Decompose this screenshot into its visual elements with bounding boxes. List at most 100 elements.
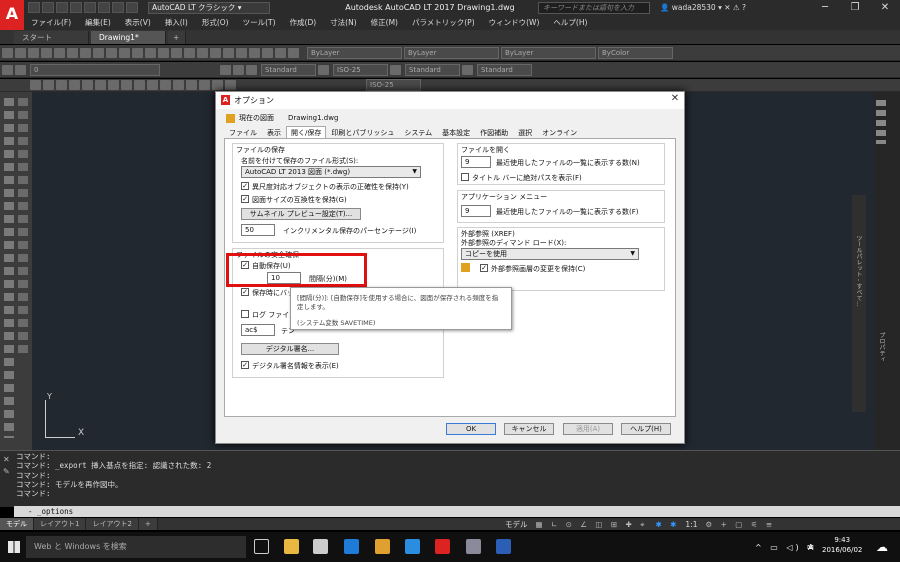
taskbar-search[interactable]: Web と Windows を検索 <box>26 536 246 558</box>
incremental-save-input[interactable]: 50 <box>241 224 275 236</box>
color-combo[interactable]: ByColor <box>598 46 673 59</box>
thumbnail-settings-button[interactable]: サムネイル プレビュー設定(T)... <box>241 208 361 220</box>
current-layer-combo[interactable]: 0 <box>30 63 160 76</box>
save-icon[interactable] <box>56 2 68 13</box>
region-icon[interactable] <box>199 80 210 90</box>
app-menu-button[interactable]: A <box>0 0 24 30</box>
menu-tools[interactable]: ツール(T) <box>236 16 283 30</box>
zoom-previous-icon[interactable] <box>197 47 208 58</box>
menu-parametric[interactable]: パラメトリック(P) <box>405 16 482 30</box>
mtext-icon[interactable] <box>225 80 236 90</box>
layer-previous-icon[interactable] <box>233 64 244 75</box>
save-format-dropdown[interactable]: AutoCAD LT 2013 図面 (*.dwg) ▼ <box>241 166 421 178</box>
make-block-icon[interactable] <box>160 80 171 90</box>
annotation-icons[interactable]: ✱ ✱ <box>655 519 679 531</box>
app-taskbar-icon[interactable] <box>466 539 481 554</box>
full-path-checkbox[interactable] <box>461 173 469 181</box>
paste-icon[interactable] <box>106 47 117 58</box>
menu-window[interactable]: ウィンドウ(W) <box>482 16 547 30</box>
tab-drawing1[interactable]: Drawing1* <box>91 31 166 44</box>
construction-line-icon[interactable] <box>43 80 54 90</box>
arc-icon[interactable] <box>95 80 106 90</box>
layer-state-icon[interactable] <box>15 64 26 75</box>
save-icon[interactable] <box>28 47 39 58</box>
draw-tools-icon-column[interactable] <box>4 98 14 438</box>
mleader-style-combo[interactable]: Standard <box>477 63 532 76</box>
backup-copy-checkbox[interactable]: ✓ <box>241 288 249 296</box>
media-icon[interactable] <box>375 539 390 554</box>
save-as-icon[interactable] <box>70 2 82 13</box>
dim-style-combo[interactable]: ISO-25 <box>333 63 388 76</box>
text-style-combo[interactable]: Standard <box>261 63 316 76</box>
rectangle-icon[interactable] <box>82 80 93 90</box>
ie-icon[interactable] <box>405 539 420 554</box>
preview-icon[interactable] <box>54 47 65 58</box>
menu-file[interactable]: ファイル(F) <box>24 16 78 30</box>
recent-files-input[interactable]: 9 <box>461 156 491 168</box>
undo-icon[interactable] <box>98 2 110 13</box>
digital-signature-button[interactable]: デジタル署名... <box>241 343 339 355</box>
polyline-icon[interactable] <box>56 80 67 90</box>
customize-icon[interactable]: ✎ <box>3 467 10 476</box>
zoom-window-icon[interactable] <box>184 47 195 58</box>
command-input[interactable]: - _options <box>14 506 900 517</box>
menu-insert[interactable]: 挿入(I) <box>158 16 195 30</box>
workspace-gear-icons[interactable]: ⚙ + ▢ ⚟ ≡ <box>705 519 775 531</box>
keep-annotative-checkbox[interactable]: ✓ <box>241 182 249 190</box>
publish-icon[interactable] <box>67 47 78 58</box>
tool-palette-strip[interactable]: ツールパレット - すべて... <box>852 195 866 412</box>
apply-button[interactable]: 適用(A) <box>563 423 613 435</box>
print-icon[interactable] <box>84 2 96 13</box>
show-signature-checkbox[interactable]: ✓ <box>241 361 249 369</box>
markup-icon[interactable] <box>262 47 273 58</box>
dim-style-icon[interactable] <box>318 64 329 75</box>
linetype-combo[interactable]: ByLayer <box>404 46 499 59</box>
hatch-icon[interactable] <box>173 80 184 90</box>
tab-model[interactable]: モデル <box>0 518 34 530</box>
mleader-style-icon[interactable] <box>462 64 473 75</box>
copy-icon[interactable] <box>93 47 104 58</box>
insert-block-icon[interactable] <box>147 80 158 90</box>
workspace-dropdown[interactable]: AutoCAD LT クラシック ▾ <box>148 2 270 14</box>
app-menu-recent-input[interactable]: 9 <box>461 205 491 217</box>
help-icon[interactable] <box>288 47 299 58</box>
new-icon[interactable] <box>2 47 13 58</box>
menu-dimension[interactable]: 寸法(N) <box>323 16 363 30</box>
log-file-checkbox[interactable] <box>241 310 249 318</box>
notification-icon[interactable]: ☁ <box>876 540 888 554</box>
menu-help[interactable]: ヘルプ(H) <box>546 16 594 30</box>
modify-tools-icon-column[interactable] <box>18 98 28 358</box>
demand-load-dropdown[interactable]: コピーを使用 ▼ <box>461 248 639 260</box>
polygon-icon[interactable] <box>69 80 80 90</box>
model-space-button[interactable]: モデル <box>505 519 528 531</box>
tool-palette-icon[interactable] <box>236 47 247 58</box>
edge-icon[interactable] <box>344 539 359 554</box>
properties-palette-label[interactable]: プロパティ <box>876 332 886 382</box>
task-view-icon[interactable] <box>254 539 269 554</box>
menu-format[interactable]: 形式(O) <box>195 16 236 30</box>
layer-properties-icon[interactable] <box>2 64 13 75</box>
temp-extension-input[interactable]: ac$ <box>241 324 275 336</box>
word-icon[interactable] <box>496 539 511 554</box>
circle-icon[interactable] <box>108 80 119 90</box>
tab-start[interactable]: スタート <box>14 31 89 44</box>
add-layout-button[interactable]: + <box>138 518 158 530</box>
cancel-button[interactable]: キャンセル <box>504 423 554 435</box>
open-icon[interactable] <box>15 47 26 58</box>
make-current-icon[interactable] <box>220 64 231 75</box>
properties-icon[interactable] <box>210 47 221 58</box>
palette-controls-icon[interactable] <box>876 100 886 144</box>
ime-indicator[interactable]: A <box>808 543 813 552</box>
line-icon[interactable] <box>30 80 41 90</box>
cut-icon[interactable] <box>80 47 91 58</box>
annotation-scale[interactable]: 1:1 <box>685 519 697 531</box>
add-tab-button[interactable]: + <box>168 31 186 44</box>
sheet-set-icon[interactable] <box>249 47 260 58</box>
drafting-toggles-icons[interactable]: ▦ ∟ ⊙ ∠ ◫ ⊞ ✚ ⌖ <box>536 519 648 531</box>
gradient-icon[interactable] <box>186 80 197 90</box>
table-style-combo[interactable]: Standard <box>405 63 460 76</box>
menu-view[interactable]: 表示(V) <box>118 16 158 30</box>
tab-layout2[interactable]: レイアウト2 <box>86 518 139 530</box>
ellipse-icon[interactable] <box>134 80 145 90</box>
windows-start-icon[interactable] <box>8 541 20 553</box>
